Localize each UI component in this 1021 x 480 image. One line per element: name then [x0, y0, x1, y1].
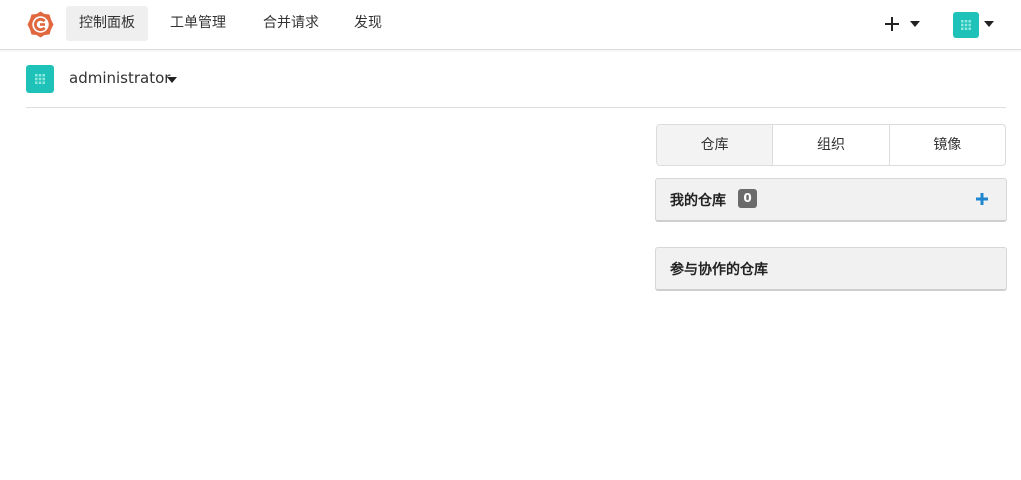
- nav-dashboard[interactable]: 控制面板: [66, 6, 148, 41]
- my-repos-panel: 我的仓库 0: [655, 178, 1007, 222]
- repo-count-badge: 0: [738, 189, 757, 208]
- plus-icon[interactable]: [974, 191, 990, 207]
- user-avatar-icon: [953, 12, 979, 38]
- nav-explore[interactable]: 发现: [341, 6, 395, 41]
- gitea-logo-icon[interactable]: [27, 11, 54, 38]
- chevron-down-icon: [984, 21, 994, 27]
- plus-icon: [880, 12, 904, 40]
- create-menu-button[interactable]: [880, 12, 928, 36]
- nav-pull-requests[interactable]: 合并请求: [250, 6, 332, 41]
- chevron-down-icon: [167, 77, 177, 83]
- tab-mirrors[interactable]: 镜像: [890, 125, 1005, 165]
- panel-title: 参与协作的仓库: [670, 262, 768, 278]
- tab-repositories[interactable]: 仓库: [657, 125, 774, 165]
- dashboard-tabs: 仓库 组织 镜像: [656, 124, 1006, 166]
- top-navbar: 控制面板 工单管理 合并请求 发现: [0, 0, 1021, 50]
- nav-issues[interactable]: 工单管理: [157, 6, 239, 41]
- chevron-down-icon: [910, 21, 920, 27]
- tab-organizations[interactable]: 组织: [773, 125, 890, 165]
- user-menu-button[interactable]: [953, 12, 1001, 38]
- divider: [26, 107, 1006, 108]
- panel-title: 我的仓库: [670, 193, 726, 209]
- collab-repos-panel: 参与协作的仓库: [655, 247, 1007, 291]
- user-avatar-icon: [26, 65, 54, 93]
- context-user-name: administrator: [69, 69, 171, 87]
